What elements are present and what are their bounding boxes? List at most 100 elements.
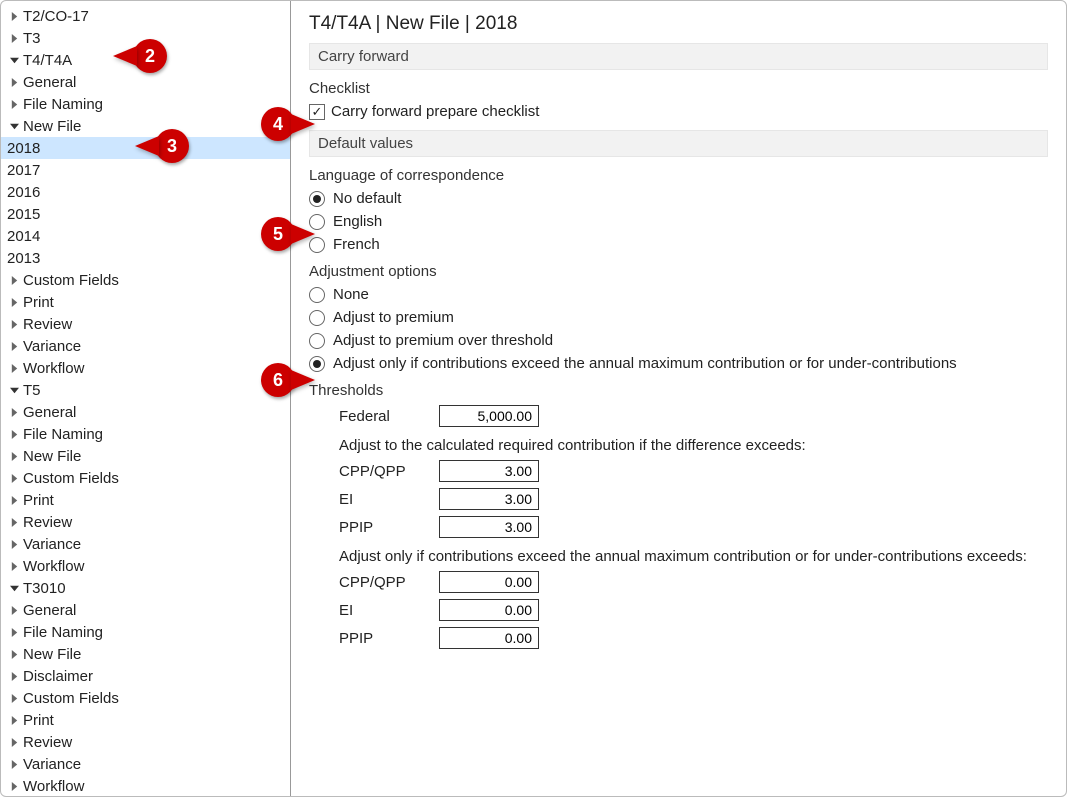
chevron-down-icon xyxy=(7,383,21,397)
radio-icon[interactable] xyxy=(309,310,325,326)
radio-label: No default xyxy=(333,190,401,207)
tree-item-t3010-disclaimer[interactable]: Disclaimer xyxy=(1,665,290,687)
cpp-input[interactable] xyxy=(439,460,539,482)
tree-item-t3010-workflow[interactable]: Workflow xyxy=(1,775,290,796)
tree-item-t2co17[interactable]: T2/CO-17 xyxy=(1,5,290,27)
tree-item-t5-review[interactable]: Review xyxy=(1,511,290,533)
tree-item-t5-print[interactable]: Print xyxy=(1,489,290,511)
tree-item-filenaming[interactable]: File Naming xyxy=(1,93,290,115)
ei-input[interactable] xyxy=(439,488,539,510)
chevron-right-icon xyxy=(7,647,21,661)
tree-item-t5[interactable]: T5 xyxy=(1,379,290,401)
chevron-right-icon xyxy=(7,691,21,705)
chevron-right-icon xyxy=(7,603,21,617)
tree-label: Print xyxy=(23,712,54,729)
radio-label: Adjust to premium over threshold xyxy=(333,332,553,349)
tree-item-t5-general[interactable]: General xyxy=(1,401,290,423)
tree-item-t5-variance[interactable]: Variance xyxy=(1,533,290,555)
tree-item-2016[interactable]: 2016 xyxy=(1,181,290,203)
tree-item-t3010-general[interactable]: General xyxy=(1,599,290,621)
cpp-label: CPP/QPP xyxy=(339,463,439,480)
tree-label: T4/T4A xyxy=(23,52,72,69)
tree-item-2015[interactable]: 2015 xyxy=(1,203,290,225)
tree-item-workflow[interactable]: Workflow xyxy=(1,357,290,379)
chevron-right-icon xyxy=(7,669,21,683)
tree-label: General xyxy=(23,404,76,421)
tree-item-t5-workflow[interactable]: Workflow xyxy=(1,555,290,577)
radio-lang-none[interactable]: No default xyxy=(309,190,1048,207)
section-default-values: Default values xyxy=(309,130,1048,157)
callout-5: 5 xyxy=(261,217,315,251)
tree-label: Workflow xyxy=(23,778,84,795)
chevron-right-icon xyxy=(7,625,21,639)
tree-label: File Naming xyxy=(23,624,103,641)
tree-label: T3 xyxy=(23,30,41,47)
chevron-right-icon xyxy=(7,405,21,419)
tree-item-t3010-review[interactable]: Review xyxy=(1,731,290,753)
radio-label: Adjust to premium xyxy=(333,309,454,326)
tree-item-2014[interactable]: 2014 xyxy=(1,225,290,247)
tree-label: 2013 xyxy=(7,250,40,267)
tree-label: Workflow xyxy=(23,558,84,575)
tree-item-review[interactable]: Review xyxy=(1,313,290,335)
chevron-right-icon xyxy=(7,9,21,23)
group2-text: Adjust only if contributions exceed the … xyxy=(339,548,1048,565)
radio-label: None xyxy=(333,286,369,303)
tree-item-t3010-newfile[interactable]: New File xyxy=(1,643,290,665)
tree-item-t3010-customfields[interactable]: Custom Fields xyxy=(1,687,290,709)
radio-adj-max[interactable]: Adjust only if contributions exceed the … xyxy=(309,355,1048,372)
tree-label: Disclaimer xyxy=(23,668,93,685)
tree-label: Variance xyxy=(23,338,81,355)
ppip-input[interactable] xyxy=(439,516,539,538)
cpp2-input[interactable] xyxy=(439,571,539,593)
tree-label: Print xyxy=(23,492,54,509)
checklist-row[interactable]: ✓ Carry forward prepare checklist xyxy=(309,103,1048,120)
radio-adj-threshold[interactable]: Adjust to premium over threshold xyxy=(309,332,1048,349)
radio-label: English xyxy=(333,213,382,230)
radio-lang-fr[interactable]: French xyxy=(309,236,1048,253)
tree-label: Workflow xyxy=(23,360,84,377)
radio-icon[interactable] xyxy=(309,191,325,207)
radio-adj-premium[interactable]: Adjust to premium xyxy=(309,309,1048,326)
tree-label: 2018 xyxy=(7,140,40,157)
chevron-right-icon xyxy=(7,757,21,771)
radio-lang-en[interactable]: English xyxy=(309,213,1048,230)
tree-item-t3010-filenaming[interactable]: File Naming xyxy=(1,621,290,643)
tree-item-print[interactable]: Print xyxy=(1,291,290,313)
checkbox-label: Carry forward prepare checklist xyxy=(331,103,539,120)
tree-item-variance[interactable]: Variance xyxy=(1,335,290,357)
federal-input[interactable] xyxy=(439,405,539,427)
tree-item-t3010-print[interactable]: Print xyxy=(1,709,290,731)
chevron-right-icon xyxy=(7,273,21,287)
tree-item-2013[interactable]: 2013 xyxy=(1,247,290,269)
ppip2-label: PPIP xyxy=(339,630,439,647)
tree-item-customfields[interactable]: Custom Fields xyxy=(1,269,290,291)
tree-item-t5-newfile[interactable]: New File xyxy=(1,445,290,467)
thresholds-header: Thresholds xyxy=(309,382,1048,399)
tree-label: Review xyxy=(23,316,72,333)
federal-label: Federal xyxy=(339,408,439,425)
ppip-label: PPIP xyxy=(339,519,439,536)
radio-icon[interactable] xyxy=(309,287,325,303)
ei2-input[interactable] xyxy=(439,599,539,621)
tree-label: Print xyxy=(23,294,54,311)
ei2-label: EI xyxy=(339,602,439,619)
chevron-right-icon xyxy=(7,31,21,45)
ppip2-input[interactable] xyxy=(439,627,539,649)
tree-item-general[interactable]: General xyxy=(1,71,290,93)
tree-item-t5-customfields[interactable]: Custom Fields xyxy=(1,467,290,489)
tree-label: General xyxy=(23,74,76,91)
page-title: T4/T4A | New File | 2018 xyxy=(309,13,1048,35)
tree-item-t5-filenaming[interactable]: File Naming xyxy=(1,423,290,445)
tree-label: T2/CO-17 xyxy=(23,8,89,25)
radio-adj-none[interactable]: None xyxy=(309,286,1048,303)
tree-label: 2014 xyxy=(7,228,40,245)
tree-item-t3010[interactable]: T3010 xyxy=(1,577,290,599)
radio-icon[interactable] xyxy=(309,333,325,349)
chevron-right-icon xyxy=(7,515,21,529)
app-window: T2/CO-17 T3 T4/T4A General File Naming N… xyxy=(0,0,1067,797)
chevron-right-icon xyxy=(7,361,21,375)
callout-number: 2 xyxy=(133,39,167,73)
tree-item-t3010-variance[interactable]: Variance xyxy=(1,753,290,775)
tree-label: Custom Fields xyxy=(23,470,119,487)
